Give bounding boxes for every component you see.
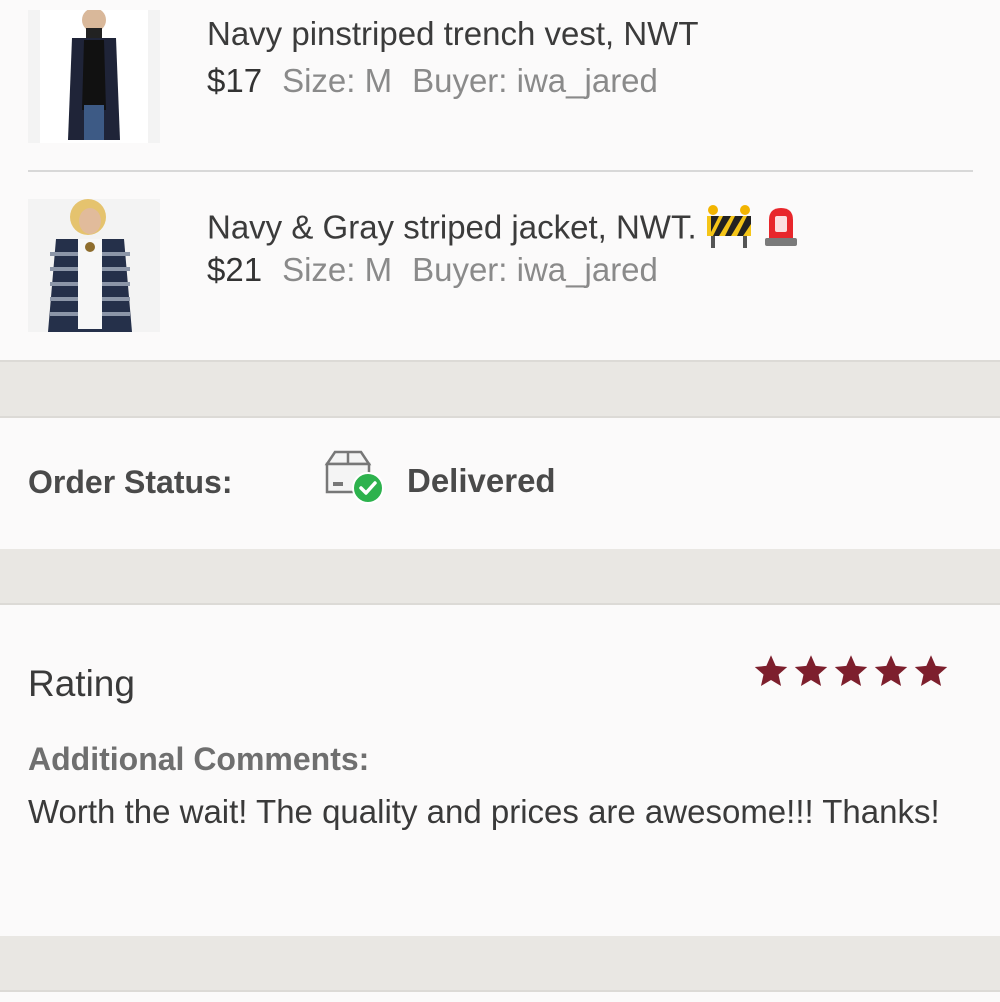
star-icon [874,655,908,686]
item-title[interactable]: Navy & Gray striped jacket, NWT. [207,204,801,256]
item-size: Size: M [282,62,393,99]
item-size: Size: M [282,251,393,288]
order-status-card: Order Status: Delivered [0,416,1000,551]
comments-label: Additional Comments: [28,741,370,777]
rating-card: Rating Additional Comments: Worth the wa… [0,603,1000,938]
item-meta: $21 Size: M Buyer: iwa_jared [207,251,658,289]
list-item[interactable]: Navy pinstriped trench vest, NWT $17 Size… [0,0,1000,170]
star-icon [834,655,868,686]
section-gap [0,936,1000,990]
item-buyer[interactable]: Buyer: iwa_jared [412,62,658,99]
star-icon [754,655,788,686]
order-status-value: Delivered [407,462,556,499]
star-rating [753,653,949,693]
order-status-label: Order Status: [28,464,233,500]
star-icon [914,655,948,686]
police-light-emoji [761,204,801,256]
item-price: $17 [207,62,263,99]
item-title[interactable]: Navy pinstriped trench vest, NWT [207,15,699,53]
list-item[interactable]: Navy & Gray striped jacket, NWT. $21 Siz… [0,172,1000,360]
item-buyer[interactable]: Buyer: iwa_jared [412,251,658,288]
rating-title: Rating [28,663,135,704]
sold-items-card: Navy pinstriped trench vest, NWT $17 Size… [0,0,1000,362]
section-gap [0,362,1000,416]
item-thumbnail[interactable] [28,10,160,143]
comment-text: Worth the wait! The quality and prices a… [28,793,940,830]
item-price: $21 [207,251,263,288]
section-gap [0,549,1000,603]
package-delivered-icon [323,450,387,506]
construction-barrier-emoji [705,204,753,256]
item-title-text: Navy & Gray striped jacket, NWT. [207,208,697,246]
item-meta: $17 Size: M Buyer: iwa_jared [207,62,658,100]
item-thumbnail[interactable] [28,199,160,332]
star-icon [794,655,828,686]
next-card [0,990,1000,1002]
